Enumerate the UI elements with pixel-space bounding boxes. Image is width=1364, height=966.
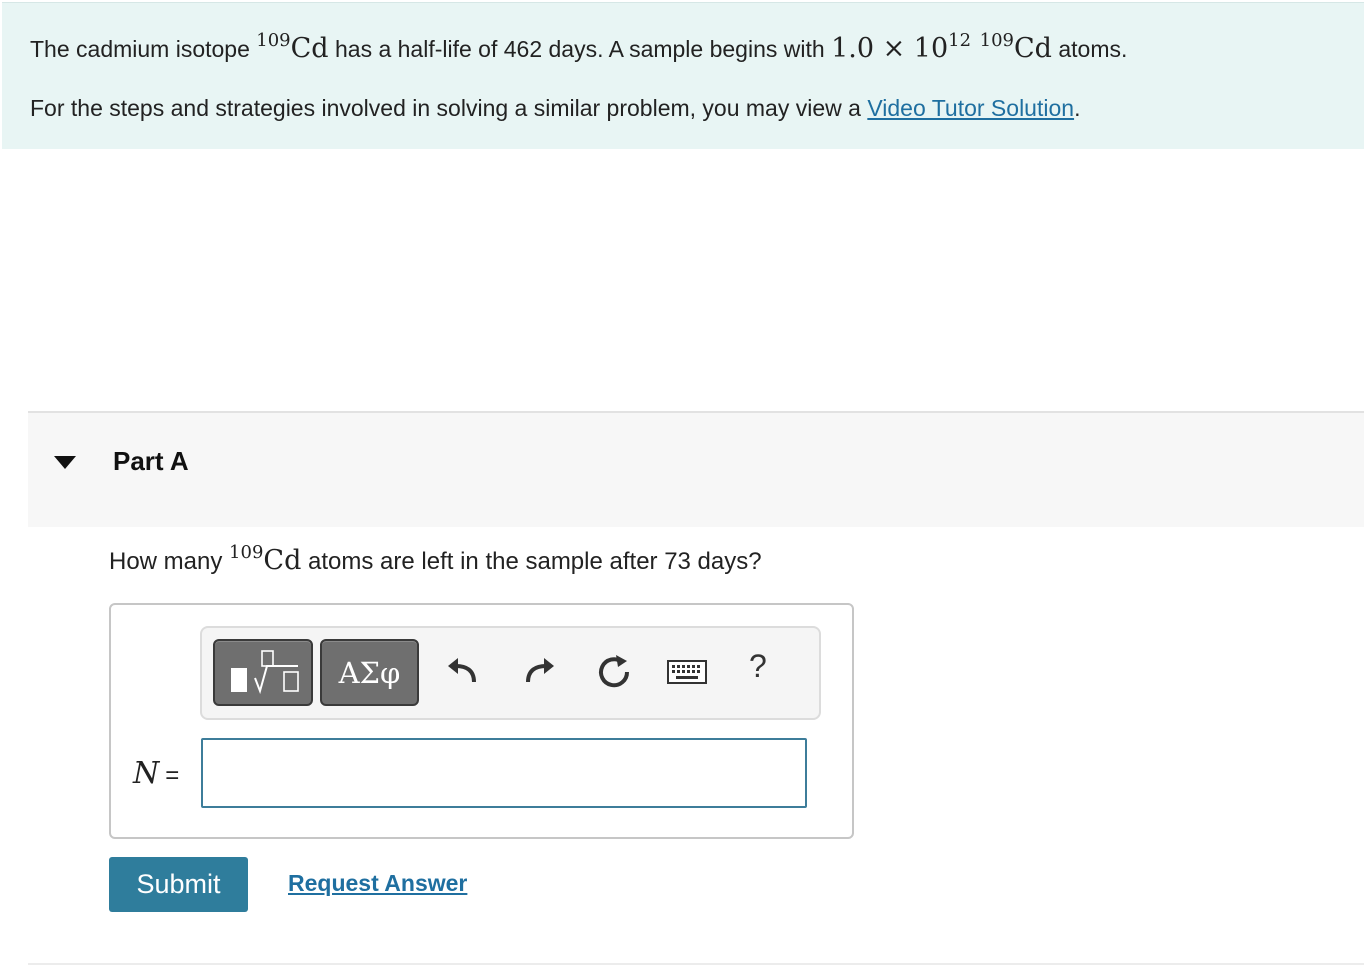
reset-icon[interactable] — [594, 652, 634, 692]
symbols-button[interactable]: ΑΣφ — [320, 639, 419, 706]
redo-icon[interactable] — [520, 652, 560, 692]
isotope-mass: 109 — [256, 30, 291, 51]
answer-box: ΑΣφ ? N = — [109, 603, 854, 839]
part-title: Part A — [113, 446, 189, 476]
hint-suffix: . — [1074, 95, 1081, 121]
problem-text-part: atoms. — [1051, 36, 1128, 62]
templates-button[interactable] — [213, 639, 313, 706]
math-toolbar: ΑΣφ ? — [200, 626, 821, 720]
part-a-header[interactable]: Part A — [28, 411, 1364, 527]
isotope-symbol: 109Cd — [229, 542, 302, 577]
question-prefix: How many — [109, 548, 230, 575]
element-symbol: Cd — [1014, 33, 1052, 64]
element-symbol: Cd — [290, 33, 329, 64]
help-button[interactable]: ? — [749, 648, 767, 685]
video-tutor-link[interactable]: Video Tutor Solution — [867, 95, 1074, 121]
question-text: How many 109Cd atoms are left in the sam… — [109, 542, 762, 577]
isotope-mass: 109 — [229, 542, 264, 563]
keyboard-icon[interactable] — [667, 659, 707, 687]
hint-text: For the steps and strategies involved in… — [30, 95, 1080, 122]
initial-count-exponent: 12 — [948, 30, 972, 51]
variable-symbol: N — [133, 756, 160, 791]
question-suffix: atoms are left in the sample after 73 da… — [301, 548, 762, 575]
templates-icon — [231, 650, 299, 695]
submit-button[interactable]: Submit — [109, 857, 248, 912]
answer-variable-label: N = — [133, 756, 179, 791]
element-symbol: Cd — [263, 545, 302, 576]
undo-icon[interactable] — [442, 652, 482, 692]
hint-prefix: For the steps and strategies involved in… — [30, 95, 868, 121]
problem-statement: The cadmium isotope 109Cd has a half-lif… — [2, 2, 1364, 149]
divider — [28, 963, 1364, 965]
isotope-symbol: 109Cd — [256, 30, 329, 65]
initial-count: 1.0 × 1012 109Cd — [831, 30, 1052, 65]
initial-count-base: 1.0 × 10 — [831, 33, 949, 64]
problem-text-part: has a half-life of 462 days. A sample be… — [328, 36, 832, 62]
collapse-caret-icon[interactable] — [54, 456, 76, 469]
problem-text: The cadmium isotope 109Cd has a half-lif… — [30, 30, 1128, 65]
answer-input[interactable] — [201, 738, 807, 808]
problem-text-part: The cadmium isotope — [30, 36, 257, 62]
request-answer-link[interactable]: Request Answer — [288, 870, 467, 897]
isotope-mass: 109 — [979, 30, 1015, 51]
equals-sign: = — [165, 762, 180, 789]
